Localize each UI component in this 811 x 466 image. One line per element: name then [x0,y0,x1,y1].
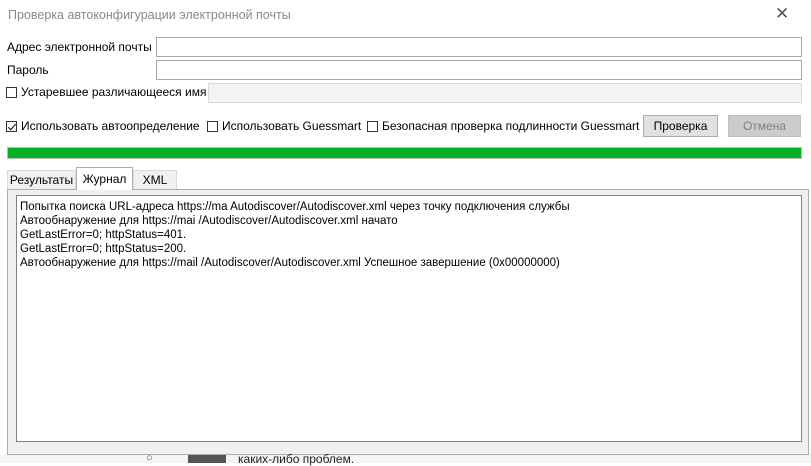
legacy-dn-label: Устаревшее различающееся имя [21,85,207,99]
background-window [0,455,811,463]
legacy-dn-box[interactable] [6,86,17,98]
guessmart-box[interactable] [207,120,218,132]
close-icon[interactable]: ✕ [775,4,789,24]
tab-results[interactable]: Результаты [7,170,76,189]
log-textbox[interactable]: Попытка поиска URL-адреса https://ma Aut… [16,195,802,442]
log-line: Попытка поиска URL-адреса https://ma Aut… [20,201,570,213]
email-field[interactable] [156,37,802,57]
log-line: GetLastError=0; httpStatus=401. [20,229,187,241]
progress-fill [8,148,801,158]
password-label: Пароль [7,63,49,77]
progress-bar [7,147,802,159]
legacy-dn-field [208,83,802,103]
log-line: Автообнаружение для https://mail /Autodi… [20,257,560,269]
secure-guessmart-box[interactable] [367,120,378,132]
test-button[interactable]: Проверка [643,115,718,137]
secure-guessmart-label: Безопасная проверка подлинности Guessmar… [382,119,640,133]
log-line: Автообнаружение для https://mai /Autodis… [20,215,398,227]
window-title: Проверка автоконфигурации электронной по… [8,8,291,22]
legacy-dn-checkbox[interactable]: Устаревшее различающееся имя [6,85,206,99]
background-text: каких-либо проблем. [238,452,355,466]
cancel-button[interactable]: Отмена [728,115,801,137]
autodetect-checkbox[interactable]: Использовать автоопределение [6,119,200,133]
email-label: Адрес электронной почты [7,40,152,54]
tab-log[interactable]: Журнал [76,167,133,190]
title-bar: Проверка автоконфигурации электронной по… [0,0,811,32]
password-field[interactable] [156,60,802,80]
secure-guessmart-checkbox[interactable]: Безопасная проверка подлинности Guessmar… [367,119,639,133]
log-line: GetLastError=0; httpStatus=200. [20,243,187,255]
autodetect-box[interactable] [6,120,17,132]
guessmart-checkbox[interactable]: Использовать Guessmart [207,119,361,133]
tab-xml[interactable]: XML [133,170,177,189]
background-dark-block [188,455,226,463]
email-input[interactable] [157,38,801,56]
password-input[interactable] [157,61,801,79]
background-circle-icon: ○ [146,452,153,464]
autodetect-label: Использовать автоопределение [21,119,200,133]
guessmart-label: Использовать Guessmart [222,119,362,133]
